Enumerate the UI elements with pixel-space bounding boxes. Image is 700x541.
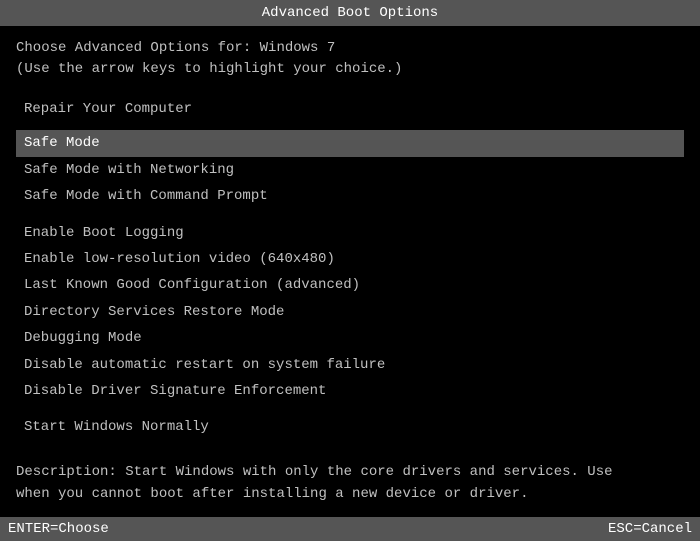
menu-item-disable-restart[interactable]: Disable automatic restart on system fail…: [16, 352, 684, 378]
menu-item-directory-services[interactable]: Directory Services Restore Mode: [16, 299, 684, 325]
enter-label: ENTER=Choose: [8, 521, 109, 537]
header-line1: Choose Advanced Options for: Windows 7: [16, 38, 684, 59]
title-bar: Advanced Boot Options: [0, 0, 700, 26]
menu-item-enable-boot-logging[interactable]: Enable Boot Logging: [16, 220, 684, 246]
header-section: Choose Advanced Options for: Windows 7 (…: [16, 38, 684, 80]
main-content: Choose Advanced Options for: Windows 7 (…: [0, 26, 700, 517]
menu-item-low-res-video[interactable]: Enable low-resolution video (640x480): [16, 246, 684, 272]
description-section: Description: Start Windows with only the…: [16, 449, 684, 506]
title-text: Advanced Boot Options: [262, 5, 438, 21]
menu-item-debugging-mode[interactable]: Debugging Mode: [16, 325, 684, 351]
description-line2: when you cannot boot after installing a …: [16, 483, 684, 505]
status-bar: ENTER=Choose ESC=Cancel: [0, 517, 700, 541]
header-line2: (Use the arrow keys to highlight your ch…: [16, 59, 684, 80]
menu-item-repair[interactable]: Repair Your Computer: [16, 96, 684, 122]
menu-item-last-known-good[interactable]: Last Known Good Configuration (advanced): [16, 272, 684, 298]
menu-item-safe-mode-cmd[interactable]: Safe Mode with Command Prompt: [16, 183, 684, 209]
esc-label: ESC=Cancel: [608, 521, 692, 537]
menu-item-safe-mode-networking[interactable]: Safe Mode with Networking: [16, 157, 684, 183]
description-line1: Description: Start Windows with only the…: [16, 461, 684, 483]
menu-item-start-normally[interactable]: Start Windows Normally: [16, 414, 684, 440]
menu-item-disable-driver-sig[interactable]: Disable Driver Signature Enforcement: [16, 378, 684, 404]
menu-section: Repair Your Computer Safe Mode Safe Mode…: [16, 96, 684, 441]
menu-item-safe-mode[interactable]: Safe Mode: [16, 130, 684, 156]
